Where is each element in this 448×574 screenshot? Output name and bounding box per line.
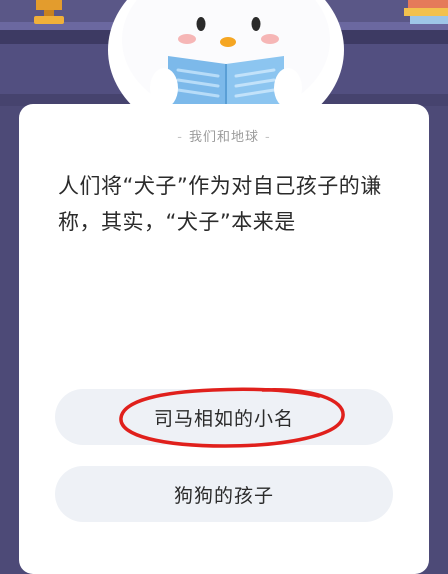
question-text: 人们将“犬子”作为对自己孩子的谦称，其实，“犬子”本来是	[58, 174, 382, 234]
category-dash-left: -	[177, 130, 183, 145]
answer-option-2-label: 狗狗的孩子	[173, 484, 274, 507]
answer-option-2[interactable]: 狗狗的孩子	[55, 466, 393, 522]
category-label: - 我们和地球 -	[0, 126, 448, 145]
answer-option-1-label: 司马相如的小名	[153, 407, 294, 430]
category-dash-right: -	[265, 130, 271, 145]
category-text: 我们和地球	[188, 130, 259, 145]
answer-option-1[interactable]: 司马相如的小名	[55, 389, 393, 445]
